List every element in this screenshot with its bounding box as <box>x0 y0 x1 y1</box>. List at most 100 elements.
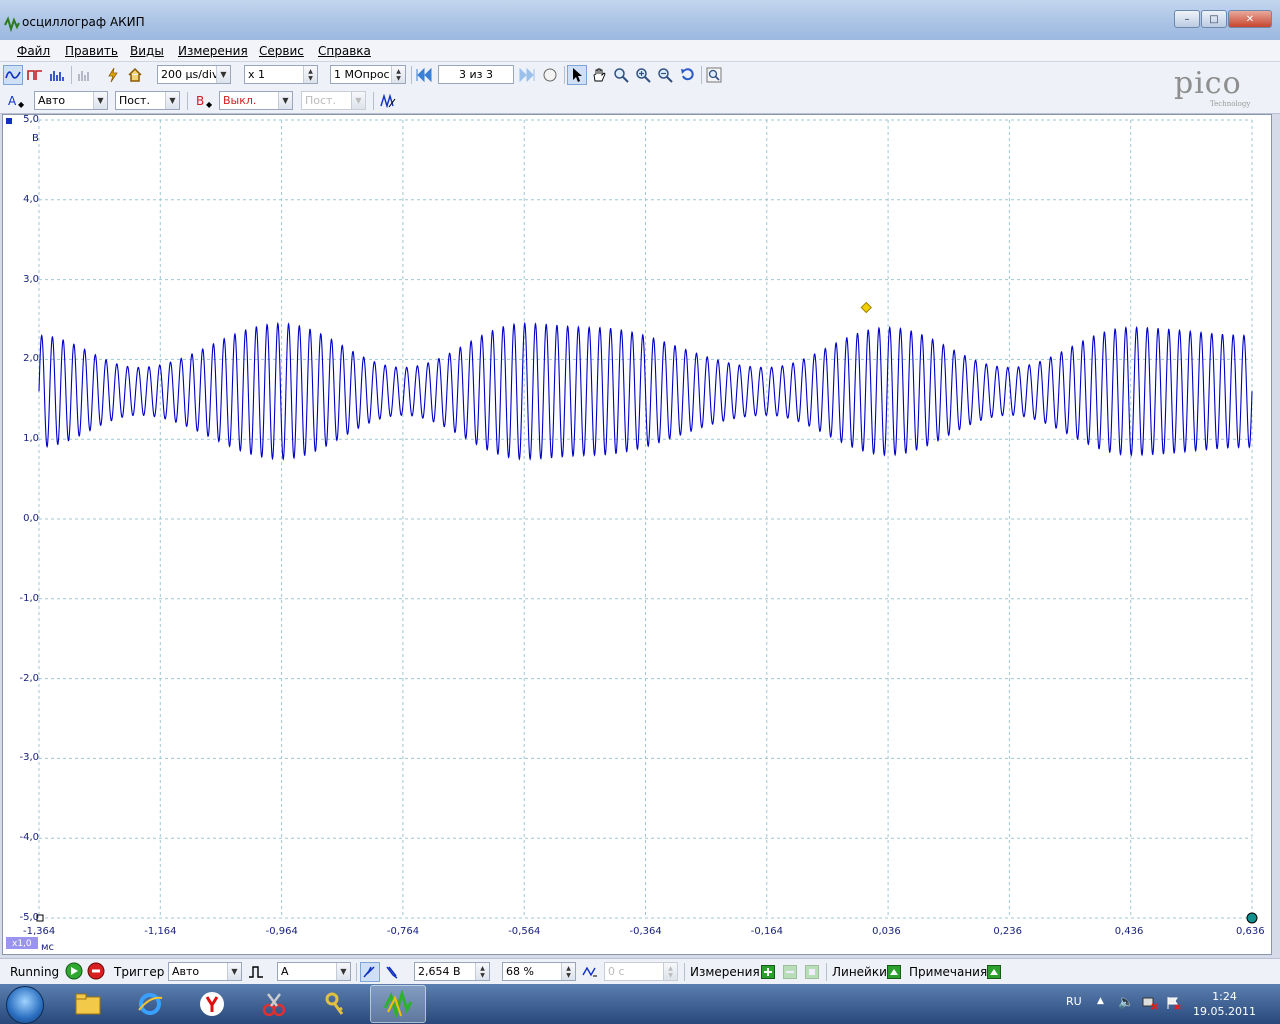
stop-button[interactable] <box>86 961 106 981</box>
menu-tools[interactable]: Сервис <box>259 44 304 58</box>
home-icon[interactable] <box>125 65 145 85</box>
y-tick-label: 2,0 <box>23 353 39 365</box>
y-tick-label: 5,0 <box>23 114 39 125</box>
channel-a-probe-icon[interactable]: ◆ <box>18 100 24 109</box>
channel-b-label[interactable]: B <box>196 94 204 108</box>
undo-zoom-icon[interactable] <box>677 65 697 85</box>
channel-options-icon[interactable] <box>378 91 398 111</box>
scope-mode-icon[interactable] <box>3 65 23 85</box>
flag-icon[interactable] <box>1166 996 1182 1013</box>
status-bar: Running Триггер Авто ▼ A ▼ 2,654 В ▲ ▼ 68 % ▲… <box>0 958 1280 984</box>
measurements-label: Измерения <box>690 965 760 979</box>
window-title: осциллограф АКИП <box>22 15 145 29</box>
volume-icon[interactable]: 🔈 <box>1118 995 1134 1010</box>
rulers-label: Линейки <box>832 965 887 979</box>
oscilloscope-app-icon <box>4 16 20 32</box>
scope-graph[interactable]: x1,0 <box>3 115 1271 954</box>
menu-file[interactable]: Файл <box>17 44 50 58</box>
x-tick-label: -0,764 <box>386 926 420 937</box>
x-tick-label: 0,236 <box>993 926 1023 937</box>
trigger-delay-stepper: 0 с ▲ ▼ <box>604 962 678 981</box>
samples-stepper[interactable]: 1 МОпрос ▲ ▼ <box>330 65 406 84</box>
disabled-mode-icon <box>75 65 95 85</box>
taskbar: RU ▲ 🔈 1:24 19.05.2011 <box>0 984 1280 1024</box>
start-button[interactable] <box>64 961 84 981</box>
falling-edge-icon[interactable] <box>382 962 402 982</box>
trigger-marker <box>860 301 872 314</box>
y-tick-label: 4,0 <box>23 193 39 205</box>
trigger-level-stepper[interactable]: 2,654 В ▲ ▼ <box>414 962 490 981</box>
ie-taskbar-icon[interactable] <box>122 985 178 1023</box>
pretrigger-stepper[interactable]: 68 % ▲ ▼ <box>502 962 576 981</box>
x-tick-label: -1,164 <box>144 926 177 937</box>
rulers-toggle-icon[interactable] <box>884 962 904 982</box>
yandex-taskbar-icon[interactable] <box>184 985 240 1023</box>
channel-b-probe-icon[interactable]: ◆ <box>206 100 212 109</box>
y-axis-unit: В <box>32 133 39 144</box>
navigator-icon[interactable] <box>540 65 560 85</box>
channel-a-range-select[interactable]: Авто ▼ <box>34 91 108 110</box>
main-toolbar: 200 µs/div ▼ x 1 ▲ ▼ 1 МОпрос ▲ ▼ 3 из 3 <box>0 62 1280 88</box>
keys-taskbar-icon[interactable] <box>308 985 364 1023</box>
zoom-in-icon[interactable] <box>633 65 653 85</box>
maximize-button[interactable]: □ <box>1201 10 1227 28</box>
grid <box>38 119 1253 919</box>
zoom-stepper[interactable]: x 1 ▲ ▼ <box>244 65 318 84</box>
tray-expand-icon[interactable]: ▲ <box>1097 996 1104 1006</box>
advanced-trigger-icon[interactable] <box>246 962 266 982</box>
auto-setup-icon[interactable] <box>103 65 123 85</box>
hand-tool-icon[interactable] <box>589 65 609 85</box>
spectrum-mode-icon[interactable] <box>47 65 67 85</box>
trigger-source-select[interactable]: A ▼ <box>277 962 351 981</box>
menu-edit[interactable]: Править <box>65 44 118 58</box>
y-tick-label: -5,0 <box>19 912 39 923</box>
network-icon[interactable] <box>1142 996 1158 1013</box>
close-button[interactable]: ✕ <box>1228 10 1272 28</box>
notes-label: Примечания <box>909 965 988 979</box>
next-buffer-icon[interactable] <box>517 65 537 85</box>
x-tick-label: 0,636 <box>1236 926 1265 937</box>
explorer-taskbar-icon[interactable] <box>60 985 116 1023</box>
zoom-out-icon[interactable] <box>655 65 675 85</box>
menu-bar: Файл Править Виды Измерения Сервис Справ… <box>0 40 1280 62</box>
zoom-overview-icon[interactable] <box>704 65 724 85</box>
pico-logo: pico Technology <box>1174 66 1251 108</box>
language-indicator[interactable]: RU <box>1066 995 1082 1008</box>
pointer-tool-icon[interactable] <box>567 65 587 85</box>
channel-b-range-select[interactable]: Выкл. ▼ <box>219 91 293 110</box>
clock[interactable]: 1:24 19.05.2011 <box>1193 989 1256 1019</box>
time-ruler-handle <box>1246 912 1258 924</box>
rising-edge-icon[interactable] <box>360 962 380 982</box>
edit-measurement-icon <box>802 962 822 982</box>
trigger-mode-select[interactable]: Авто ▼ <box>168 962 242 981</box>
x-tick-label: -1,364 <box>23 926 56 937</box>
run-status: Running <box>10 965 60 979</box>
y-tick-label: -3,0 <box>19 752 39 764</box>
minimize-button[interactable]: – <box>1174 10 1200 28</box>
buffer-position-field[interactable]: 3 из 3 <box>438 65 514 84</box>
channel-a-label[interactable]: A <box>8 94 16 108</box>
y-tick-label: -2,0 <box>19 672 39 684</box>
x-tick-label: -0,964 <box>265 926 298 937</box>
notes-toggle-icon[interactable] <box>984 962 1004 982</box>
channel-a-coupling-select[interactable]: Пост. ▼ <box>115 91 180 110</box>
channel-toolbar: A ◆ Авто ▼ Пост. ▼ B ◆ Выкл. ▼ Пост. ▼ <box>0 88 1280 114</box>
trigger-delay-icon[interactable] <box>580 962 600 982</box>
menu-measurements[interactable]: Измерения <box>178 44 248 58</box>
previous-buffer-icon[interactable] <box>414 65 434 85</box>
x-axis-unit: мс <box>41 942 55 953</box>
start-button-orb[interactable] <box>6 986 44 1024</box>
oscilloscope-taskbar-icon[interactable] <box>370 985 426 1023</box>
zoom-region-icon[interactable] <box>611 65 631 85</box>
menu-views[interactable]: Виды <box>130 44 164 58</box>
channel-b-coupling-select: Пост. ▼ <box>301 91 366 110</box>
add-measurement-icon[interactable] <box>758 962 778 982</box>
timebase-select[interactable]: 200 µs/div ▼ <box>157 65 231 84</box>
persistence-mode-icon[interactable] <box>25 65 45 85</box>
trigger-label: Триггер <box>114 965 165 979</box>
menu-help[interactable]: Справка <box>318 44 371 58</box>
x-tick-label: 0,036 <box>872 926 901 937</box>
x-tick-label: -0,164 <box>750 926 784 937</box>
scope-plot[interactable]: x1,0 5,0 4,0 3,0 2,0 1,0 0,0 -1,0 -2,0 -3,0 -4,0 -… <box>2 114 1272 955</box>
tool-taskbar-icon[interactable] <box>246 985 302 1023</box>
